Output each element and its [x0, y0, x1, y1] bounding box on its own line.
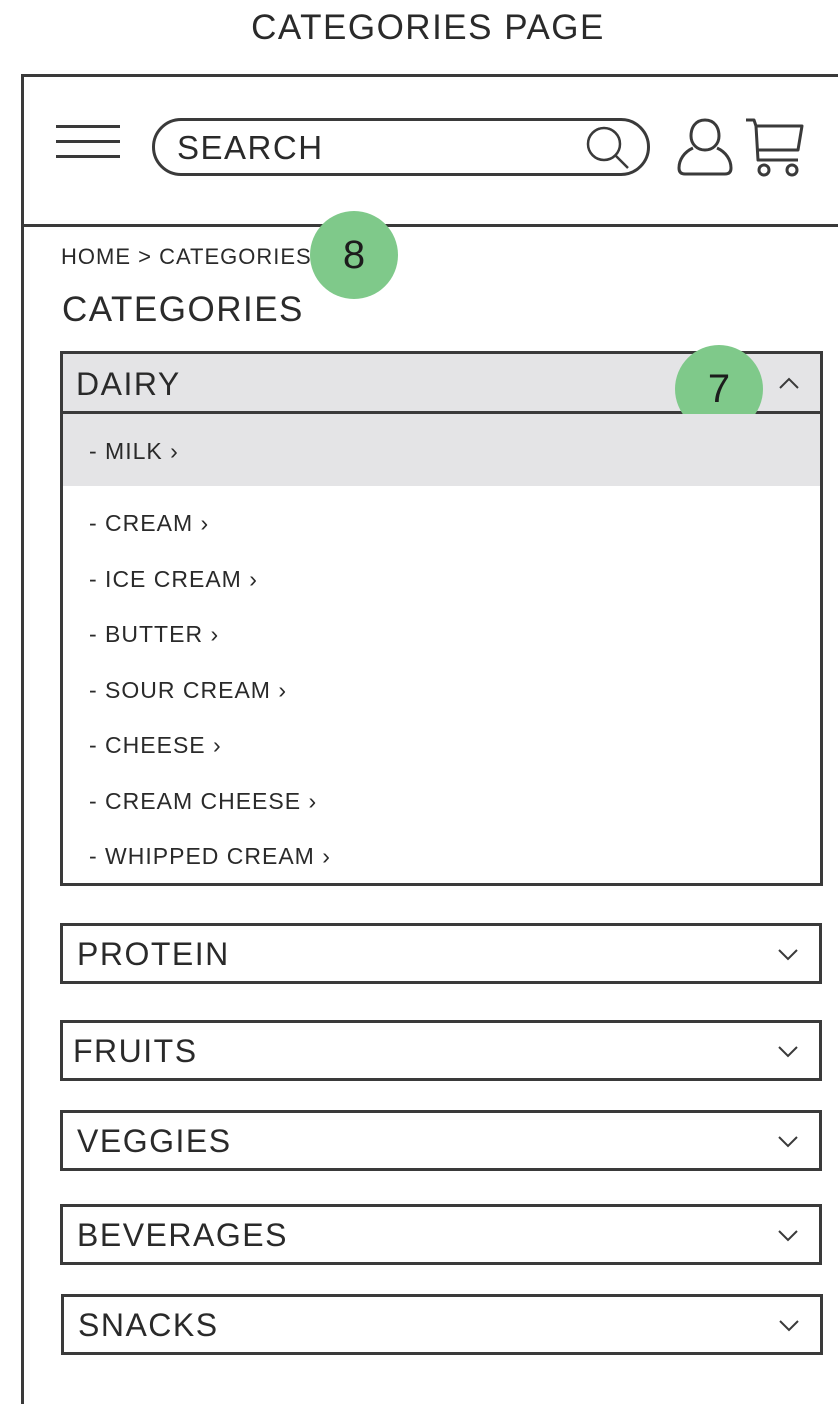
- page-caption: CATEGORIES PAGE: [251, 8, 605, 47]
- user-icon[interactable]: [676, 116, 734, 178]
- search-icon[interactable]: [584, 124, 632, 172]
- accordion-label: DAIRY: [76, 366, 181, 402]
- chevron-down-icon: [779, 1320, 799, 1332]
- subcategory-list: - MILK › - CREAM › - ICE CREAM › - BUTTE…: [63, 414, 820, 875]
- accordion-fruits[interactable]: FRUITS: [60, 1020, 822, 1081]
- subcategory-item-cream-cheese[interactable]: - CREAM CHEESE ›: [63, 764, 820, 820]
- subcategory-item-sour-cream[interactable]: - SOUR CREAM ›: [63, 653, 820, 709]
- chevron-down-icon: [778, 1230, 798, 1242]
- menu-icon[interactable]: [56, 125, 120, 159]
- accordion-label: SNACKS: [78, 1307, 219, 1343]
- subcategory-item-butter[interactable]: - BUTTER ›: [63, 597, 820, 653]
- accordion-beverages[interactable]: BEVERAGES: [60, 1204, 822, 1265]
- accordion-label: FRUITS: [73, 1033, 198, 1069]
- subcategory-item-cheese[interactable]: - CHEESE ›: [63, 708, 820, 764]
- accordion-label: PROTEIN: [77, 936, 230, 972]
- cart-icon[interactable]: [744, 116, 806, 178]
- chevron-down-icon: [778, 949, 798, 961]
- breadcrumb-home[interactable]: HOME: [61, 244, 131, 269]
- breadcrumb: HOME > CATEGORIES: [61, 244, 312, 270]
- subcategory-item-ice-cream[interactable]: - ICE CREAM ›: [63, 542, 820, 598]
- page-title: CATEGORIES: [62, 290, 304, 329]
- breadcrumb-current: CATEGORIES: [159, 244, 312, 269]
- search-input[interactable]: [177, 129, 577, 167]
- chevron-down-icon: [778, 1046, 798, 1058]
- accordion-protein[interactable]: PROTEIN: [60, 923, 822, 984]
- accordion-label: BEVERAGES: [77, 1217, 288, 1253]
- breadcrumb-separator: >: [138, 244, 152, 269]
- subcategory-item-milk[interactable]: - MILK ›: [63, 414, 820, 486]
- accordion-label: VEGGIES: [77, 1123, 232, 1159]
- search-box: [152, 118, 650, 176]
- accordion-veggies[interactable]: VEGGIES: [60, 1110, 822, 1171]
- chevron-down-icon: [778, 1136, 798, 1148]
- subcategory-item-cream[interactable]: - CREAM ›: [63, 486, 820, 542]
- subcategory-item-whipped-cream[interactable]: - WHIPPED CREAM ›: [63, 819, 820, 875]
- annotation-marker: 8: [310, 211, 398, 299]
- accordion-snacks[interactable]: SNACKS: [61, 1294, 823, 1355]
- chevron-up-icon[interactable]: [778, 376, 800, 390]
